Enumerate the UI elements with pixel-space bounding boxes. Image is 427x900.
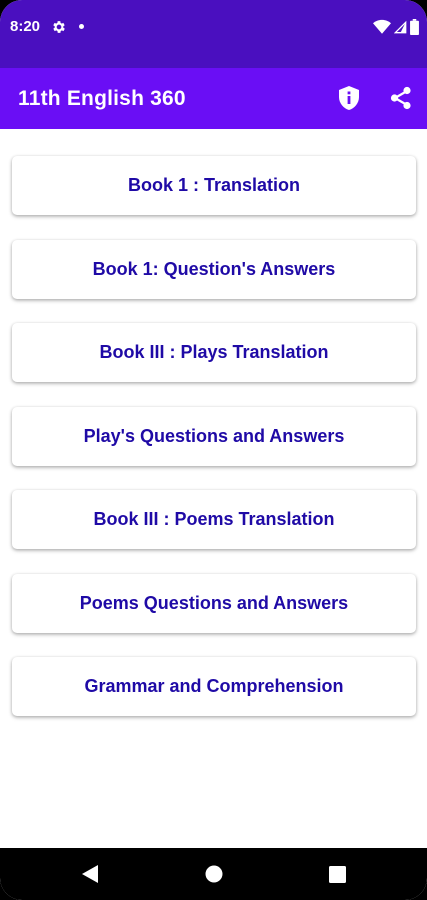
menu-item-grammar[interactable]: Grammar and Comprehension — [12, 657, 416, 716]
phone-screen: 8:20 11th English 360 Book 1: Translati… — [0, 0, 427, 900]
system-nav-bar — [0, 848, 427, 900]
back-button[interactable] — [76, 860, 104, 888]
status-bar: 8:20 — [0, 0, 427, 68]
notification-dot-icon — [79, 24, 84, 29]
cell-signal-icon — [394, 20, 407, 33]
menu-item-label: Poems Questions and Answers — [79, 593, 349, 613]
menu-item-plays-answers[interactable]: Play's Questions and Answers — [12, 407, 416, 466]
recents-icon — [328, 865, 346, 883]
menu-list: Book 1 : Translation Book 1: Question's … — [0, 129, 427, 848]
home-icon — [205, 865, 223, 883]
recents-button[interactable] — [323, 860, 351, 888]
home-button[interactable] — [200, 860, 228, 888]
menu-item-poems-translation[interactable]: Book III : Poems Translation — [12, 490, 416, 549]
privacy-shield-button[interactable] — [333, 82, 365, 114]
menu-item-label: Book III : Plays Translation — [99, 342, 329, 362]
status-icons — [373, 18, 419, 36]
menu-item-label: Play's Questions and Answers — [83, 426, 345, 446]
menu-item-book1-answers[interactable]: Book 1: Question's Answers — [12, 240, 416, 299]
wifi-icon — [373, 19, 391, 34]
menu-item-poems-answers[interactable]: Poems Questions and Answers — [12, 574, 416, 633]
privacy-shield-icon — [339, 86, 359, 110]
share-button[interactable] — [385, 82, 417, 114]
menu-item-label: Book 1 : Translation — [127, 175, 301, 195]
gear-icon — [53, 21, 65, 33]
back-icon — [82, 865, 98, 883]
menu-item-label: Book III : Poems Translation — [93, 509, 335, 529]
app-bar: 11th English 360 — [0, 68, 427, 129]
app-title: 11th English 360 — [18, 87, 186, 110]
status-time: 8:20 — [10, 18, 41, 35]
share-icon — [390, 86, 411, 110]
menu-item-label: Book 1: Question's Answers — [92, 259, 336, 279]
menu-item-plays-translation[interactable]: Book III : Plays Translation — [12, 323, 416, 382]
battery-icon — [410, 19, 419, 35]
menu-item-book1-translation[interactable]: Book 1 : Translation — [12, 156, 416, 215]
menu-item-label: Grammar and Comprehension — [84, 676, 344, 696]
